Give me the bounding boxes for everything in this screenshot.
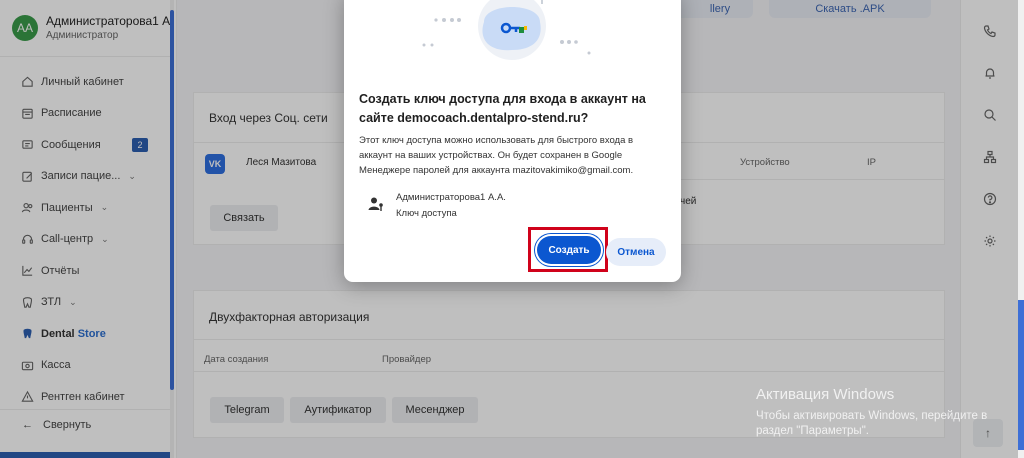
windows-activation-watermark: Активация Windows Чтобы активировать Win…: [756, 386, 996, 439]
activation-title: Активация Windows: [756, 386, 895, 403]
user-key-icon: [368, 196, 384, 217]
create-passkey-button[interactable]: Создать: [537, 236, 601, 264]
dialog-description: Этот ключ доступа можно использовать для…: [359, 135, 634, 176]
activation-subtitle: Чтобы активировать Windows, перейдите в …: [756, 410, 988, 437]
passkey-account: Администраторова1 А.А. Ключ доступа: [368, 190, 506, 222]
passkey-illustration: [422, 0, 591, 60]
passkey-account-name: Администраторова1 А.А.: [396, 192, 506, 203]
cancel-button[interactable]: Отмена: [606, 238, 666, 266]
passkey-account-sub: Ключ доступа: [396, 208, 457, 219]
page-scrollbar-thumb[interactable]: [1018, 300, 1024, 450]
dialog-title: Создать ключ доступа для входа в аккаунт…: [359, 92, 646, 125]
passkey-dialog: Создать ключ доступа для входа в аккаунт…: [344, 0, 681, 282]
